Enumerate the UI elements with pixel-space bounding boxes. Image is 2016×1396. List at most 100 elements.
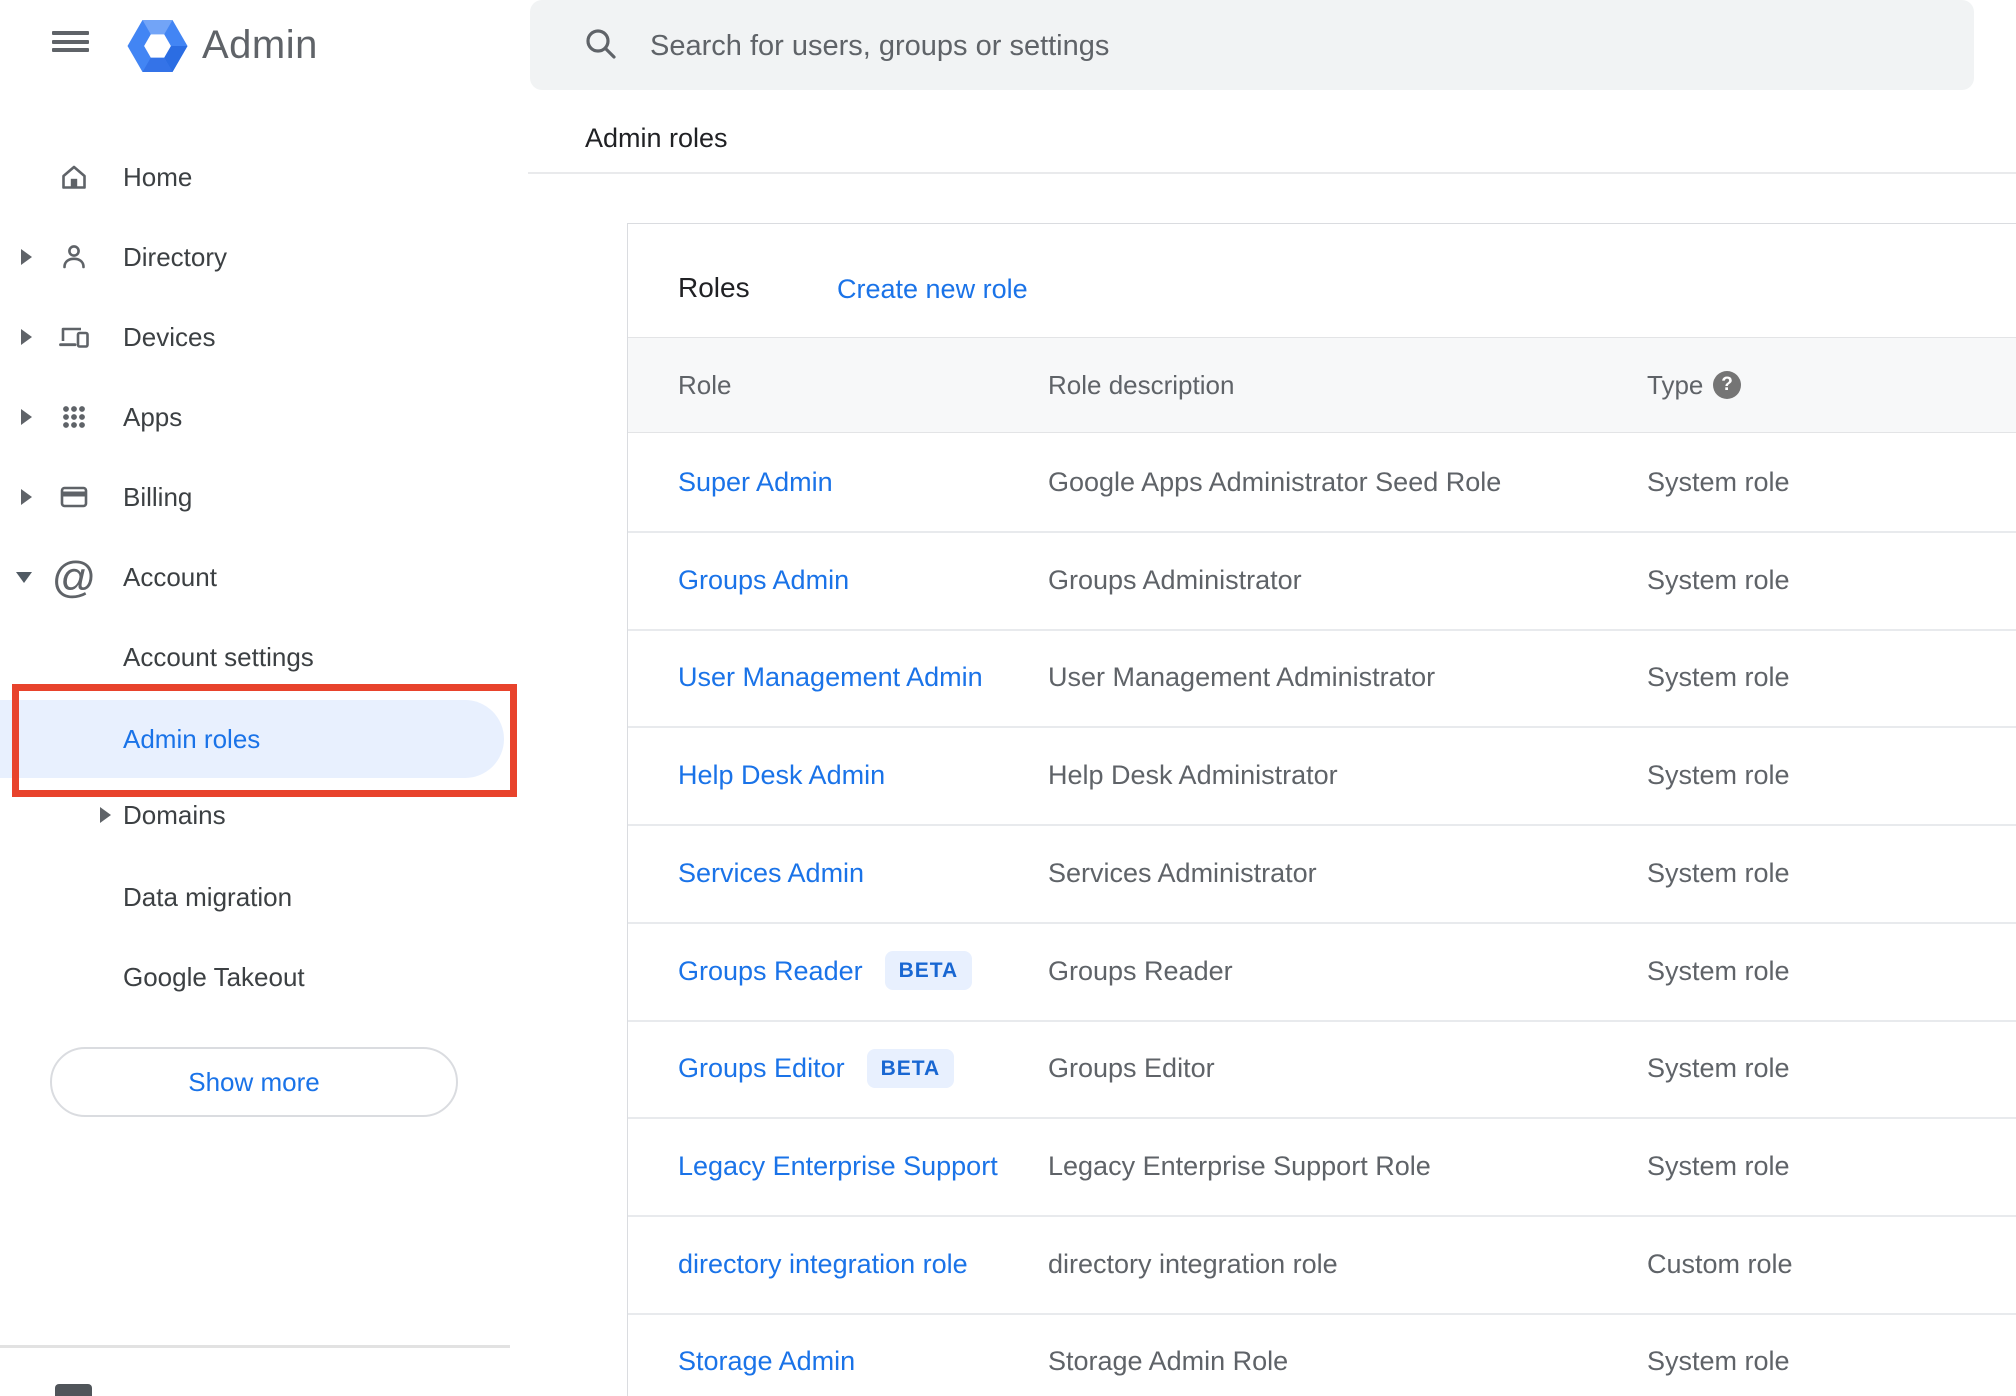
role-link[interactable]: Super Admin [678, 467, 833, 497]
role-description: Services Administrator [1048, 857, 1317, 888]
devices-icon [59, 327, 89, 348]
role-cell: directory integration role [678, 1215, 968, 1313]
hamburger-menu-icon[interactable] [52, 31, 89, 53]
sidebar-item-label: Data migration [123, 882, 293, 912]
card-title: Roles [678, 272, 750, 303]
role-link[interactable]: Services Admin [678, 858, 864, 888]
sidebar-item-label: Account settings [123, 642, 314, 672]
home-icon [62, 165, 86, 189]
show-more-button[interactable]: Show more [50, 1047, 458, 1117]
table-row: Legacy Enterprise Support Legacy Enterpri… [628, 1117, 2016, 1217]
role-type: System role [1647, 1053, 1790, 1084]
sidebar-item-data-migration[interactable]: Data migration [0, 857, 520, 937]
table-row: Services Admin Services Administrator Syst… [628, 824, 2016, 924]
breadcrumb: Admin roles [585, 123, 728, 153]
table-row: Groups Reader BETA Groups Reader System rol… [628, 922, 2016, 1022]
role-description: Groups Reader [1048, 955, 1233, 986]
table-row: User Management Admin User Management Adm… [628, 628, 2016, 729]
table-row: Groups Editor BETA Groups Editor System rol… [628, 1019, 2016, 1120]
role-cell: Groups Editor BETA [678, 1019, 955, 1117]
role-type: System role [1647, 564, 1790, 595]
sidebar-item-admin-roles[interactable]: Admin roles [0, 700, 504, 778]
question-mark-help-icon[interactable]: ? [1713, 371, 1741, 399]
role-type: System role [1647, 1150, 1790, 1181]
search-input[interactable] [648, 0, 1932, 92]
table-row: Super Admin Google Apps Administrator See… [628, 433, 2016, 533]
sidebar-item-apps[interactable]: Apps [0, 377, 520, 457]
beta-badge: BETA [866, 1048, 955, 1088]
sidebar-divider [0, 1345, 510, 1348]
at-sign-icon: @ [51, 553, 97, 602]
table-row: Help Desk Admin Help Desk Administrator Sy… [628, 726, 2016, 827]
sidebar-item-label: Google Takeout [123, 962, 305, 992]
role-description: directory integration role [1048, 1248, 1338, 1279]
sidebar-item-label: Directory [123, 242, 228, 272]
sidebar-item-label: Billing [123, 482, 193, 512]
role-link[interactable]: Legacy Enterprise Support [678, 1151, 998, 1181]
sidebar-item-label: Devices [123, 322, 216, 352]
column-header-description: Role description [1048, 370, 1235, 400]
table-row: Groups Admin Groups Administrator System r… [628, 531, 2016, 631]
role-cell: Groups Admin [678, 531, 849, 629]
role-description: Groups Administrator [1048, 564, 1302, 595]
credit-card-icon [60, 486, 88, 508]
chevron-right-icon[interactable] [21, 329, 32, 345]
role-cell: User Management Admin [678, 628, 983, 726]
role-type: System role [1647, 662, 1790, 693]
role-description: Help Desk Administrator [1048, 760, 1338, 791]
role-link[interactable]: Help Desk Admin [678, 760, 885, 790]
create-new-role-link[interactable]: Create new role [837, 272, 1028, 306]
column-header-role: Role [678, 370, 732, 400]
role-description: User Management Administrator [1048, 662, 1436, 693]
sidebar-item-home[interactable]: Home [0, 137, 520, 217]
sidebar: Admin Home Directory Devices Apps Billin… [0, 0, 530, 1396]
chevron-right-icon[interactable] [21, 489, 32, 505]
sidebar-item-billing[interactable]: Billing [0, 457, 520, 537]
sidebar-item-devices[interactable]: Devices [0, 297, 520, 377]
chevron-right-icon[interactable] [21, 409, 32, 425]
role-type: System role [1647, 760, 1790, 791]
role-cell: Groups Reader BETA [678, 922, 973, 1020]
role-cell: Help Desk Admin [678, 726, 885, 824]
beta-badge: BETA [884, 950, 973, 990]
sidebar-item-label: Apps [123, 402, 183, 432]
app-title: Admin [202, 23, 318, 67]
search-icon [586, 29, 616, 59]
sidebar-item-account-settings[interactable]: Account settings [0, 617, 520, 697]
role-link[interactable]: Groups Editor [678, 1053, 845, 1083]
sidebar-item-google-takeout[interactable]: Google Takeout [0, 937, 520, 1017]
chevron-right-icon[interactable] [100, 807, 111, 823]
search-bar[interactable] [530, 0, 1974, 92]
table-row: directory integration role directory inte… [628, 1215, 2016, 1315]
role-cell: Storage Admin [678, 1312, 855, 1396]
person-icon [63, 245, 85, 269]
admin-hexagon-logo [127, 20, 188, 72]
role-description: Storage Admin Role [1048, 1346, 1289, 1377]
role-link[interactable]: Storage Admin [678, 1346, 855, 1376]
role-link[interactable]: User Management Admin [678, 662, 983, 692]
role-link[interactable]: Groups Admin [678, 565, 849, 595]
chevron-right-icon[interactable] [21, 249, 32, 265]
role-cell: Services Admin [678, 824, 864, 922]
sidebar-item-directory[interactable]: Directory [0, 217, 520, 297]
sidebar-item-label: Account [123, 562, 217, 592]
sidebar-item-account[interactable]: @ Account [0, 537, 520, 617]
role-link[interactable]: directory integration role [678, 1249, 968, 1279]
roles-card: Roles Create new role Role Role descript… [627, 223, 2016, 1396]
chevron-down-icon[interactable] [16, 572, 32, 583]
column-header-type: Type [1647, 370, 1704, 400]
partial-bottom-icon [55, 1384, 92, 1396]
role-cell: Super Admin [678, 433, 833, 531]
role-description: Google Apps Administrator Seed Role [1048, 467, 1502, 497]
sidebar-item-label: Domains [123, 800, 226, 830]
sidebar-item-domains[interactable]: Domains [0, 775, 520, 855]
table-row: Storage Admin Storage Admin Role System ro… [628, 1312, 2016, 1396]
content-divider [528, 172, 2016, 174]
apps-grid-icon [63, 406, 85, 428]
sidebar-item-label: Admin roles [123, 724, 261, 754]
table-header-row: Role Role description Type ? [628, 337, 2016, 433]
role-type: System role [1647, 955, 1790, 986]
role-link[interactable]: Groups Reader [678, 956, 863, 986]
sidebar-item-label: Home [123, 162, 193, 192]
role-cell: Legacy Enterprise Support [678, 1117, 998, 1215]
